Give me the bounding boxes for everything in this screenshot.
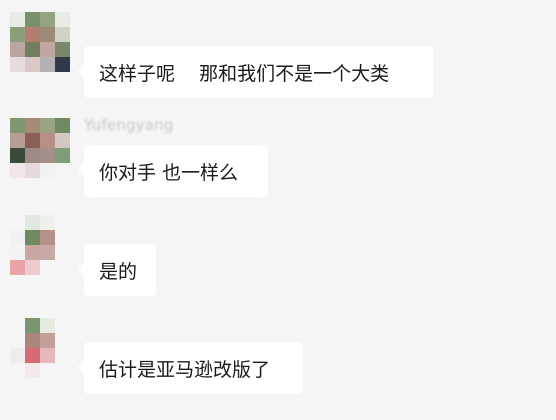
message-bubble[interactable]: 这样子呢 那和我们不是一个大类 <box>78 46 433 98</box>
message-bubble[interactable]: 你对手 也一样么 <box>78 145 268 197</box>
avatar[interactable] <box>10 12 70 72</box>
avatar[interactable] <box>10 215 70 275</box>
message-bubble[interactable]: 估计是亚马逊改版了 <box>78 342 303 394</box>
avatar[interactable] <box>10 118 70 178</box>
avatar[interactable] <box>10 318 70 378</box>
message-bubble[interactable]: 是的 <box>78 244 156 296</box>
sender-name: Yufengyang <box>84 116 174 134</box>
